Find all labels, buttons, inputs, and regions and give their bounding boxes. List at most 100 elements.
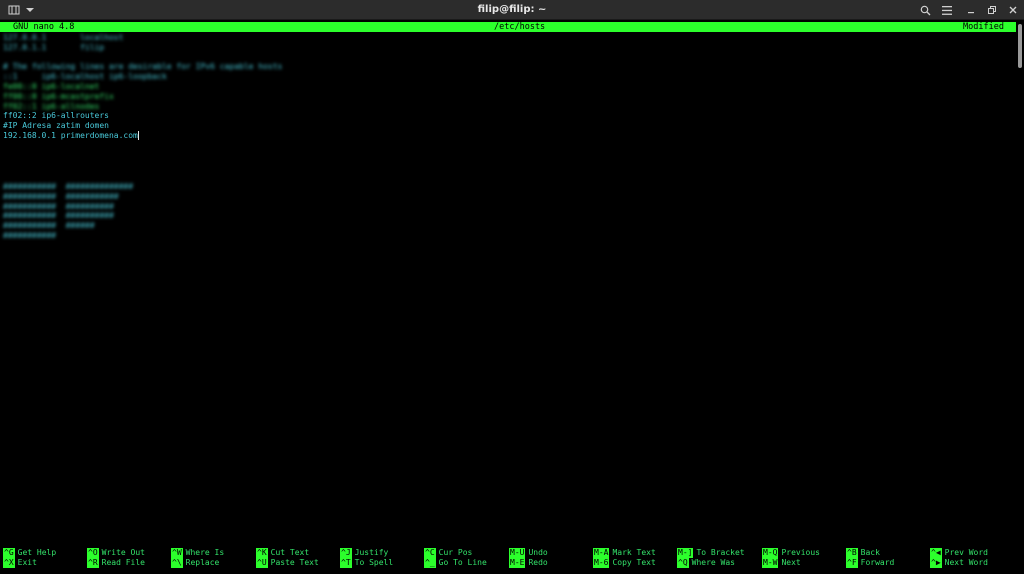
editor-line[interactable]: 127.0.0.1 localhost [3, 33, 123, 42]
shortcut-key: ^\ [171, 558, 183, 568]
editor-line[interactable]: ff02::1 ip6-allnodes [3, 102, 99, 111]
search-icon[interactable] [918, 2, 932, 18]
shortcut-key: ^R [87, 558, 99, 568]
shortcut-key: M-] [677, 548, 694, 558]
close-glyph [1009, 6, 1017, 14]
shortcut-cut-text[interactable]: ^K Cut Text [256, 548, 309, 558]
shortcut-label: Next Word [944, 558, 988, 567]
shortcut-where-was[interactable]: ^Q Where Was [677, 558, 735, 568]
shortcut-label: Back [860, 548, 880, 557]
shortcut-key: ^O [87, 548, 99, 558]
shortcut-label: Where Is [185, 548, 225, 557]
minimize-icon[interactable] [964, 2, 978, 18]
restore-glyph [988, 6, 996, 14]
shortcut-key: ^Q [677, 558, 689, 568]
menu-icon[interactable] [940, 2, 954, 18]
shortcut-replace[interactable]: ^\ Replace [171, 558, 219, 568]
shortcut-label: Forward [860, 558, 895, 567]
shortcut-label: Justify [354, 548, 389, 557]
menu-glyph [942, 5, 952, 15]
shortcut-prev-word[interactable]: ^◀ Prev Word [930, 548, 988, 558]
shortcut-next[interactable]: M-W Next [762, 558, 801, 568]
shortcut-key: M-A [593, 548, 610, 558]
redacted-line: ########### [3, 231, 56, 240]
shortcut-label: To Bracket [696, 548, 745, 557]
shortcut-key: ^K [256, 548, 268, 558]
shortcut-label: Get Help [17, 548, 57, 557]
shortcut-label: Read File [101, 558, 145, 567]
shortcut-to-bracket[interactable]: M-] To Bracket [677, 548, 745, 558]
shortcut-to-spell[interactable]: ^T To Spell [340, 558, 393, 568]
shortcut-label: Go To Line [438, 558, 487, 567]
shortcut-key: M-E [509, 558, 526, 568]
shortcut-label: Mark Text [612, 548, 656, 557]
shortcut-label: Exit [17, 558, 37, 567]
shortcut-label: Replace [185, 558, 220, 567]
modified-status: Modified [963, 22, 1004, 32]
shortcut-label: Cut Text [270, 548, 310, 557]
shortcut-key: ^T [340, 558, 352, 568]
redacted-line: ########### ###### [3, 221, 95, 231]
shortcut-key: ^W [171, 548, 183, 558]
shortcut-label: To Spell [354, 558, 394, 567]
shortcut-label: Redo [528, 558, 548, 567]
editor-line[interactable]: #IP Adresa zatim domen [3, 121, 109, 130]
shortcut-label: Paste Text [270, 558, 319, 567]
shortcut-key: ^▶ [930, 558, 942, 568]
scrollbar-thumb[interactable] [1018, 24, 1022, 68]
shortcut-label: Where Was [691, 558, 735, 567]
editor-area[interactable]: 127.0.0.1 localhost 127.0.1.1 filip # The … [0, 32, 1016, 544]
editor-line[interactable]: ff02::2 ip6-allrouters [3, 111, 109, 120]
shortcut-redo[interactable]: M-E Redo [509, 558, 548, 568]
shortcut-key: ^F [846, 558, 858, 568]
shortcut-key: M-U [509, 548, 526, 558]
scrollbar[interactable] [1016, 22, 1024, 574]
shortcut-key: ^U [256, 558, 268, 568]
shortcut-write-out[interactable]: ^O Write Out [87, 548, 145, 558]
redacted-line: ########### ########### [3, 191, 119, 201]
shortcut-label: Previous [781, 548, 820, 557]
nano-version: GNU nano 4.8 [13, 22, 75, 32]
close-icon[interactable] [1006, 2, 1020, 18]
text-cursor [137, 131, 139, 140]
shortcut-copy-text[interactable]: M-6 Copy Text [593, 558, 656, 568]
search-glyph [920, 5, 930, 15]
shortcut-next-word[interactable]: ^▶ Next Word [930, 558, 988, 568]
editor-line[interactable]: 127.0.1.1 filip [3, 43, 104, 52]
shortcut-get-help[interactable]: ^G Get Help [3, 548, 56, 558]
shortcut-label: Cur Pos [438, 548, 473, 557]
window-title: filip@filip: ~ [477, 4, 547, 15]
shortcut-key: M-6 [593, 558, 610, 568]
shortcut-back[interactable]: ^B Back [846, 548, 880, 558]
shortcut-key: ^X [3, 558, 15, 568]
shortcut-undo[interactable]: M-U Undo [509, 548, 548, 558]
shortcut-exit[interactable]: ^X Exit [3, 558, 37, 568]
editor-line[interactable]: ff00::0 ip6-mcastprefix [3, 92, 114, 101]
nano-header-bar: GNU nano 4.8 /etc/hosts Modified [0, 22, 1016, 32]
editor-line[interactable]: 192.168.0.1 primerdomena.com [3, 131, 139, 140]
shortcut-key: ^◀ [930, 548, 942, 558]
shortcut-label: Next [781, 558, 801, 567]
shortcut-forward[interactable]: ^F Forward [846, 558, 894, 568]
shortcut-key: M-W [762, 558, 779, 568]
restore-icon[interactable] [985, 2, 999, 18]
shortcut-read-file[interactable]: ^R Read File [87, 558, 145, 568]
shortcut-label: Prev Word [944, 548, 988, 557]
shortcut-label: Write Out [101, 548, 145, 557]
shortcut-where-is[interactable]: ^W Where Is [171, 548, 224, 558]
shortcut-key: ^_ [424, 558, 436, 568]
editor-line[interactable]: fe00::0 ip6-localnet [3, 82, 99, 91]
redacted-line: ########### ########## [3, 201, 114, 211]
shortcut-justify[interactable]: ^J Justify [340, 548, 388, 558]
shortcut-previous[interactable]: M-Q Previous [762, 548, 820, 558]
shortcut-mark-text[interactable]: M-A Mark Text [593, 548, 656, 558]
shortcut-go-to-line[interactable]: ^_ Go To Line [424, 558, 487, 568]
shortcut-key: ^J [340, 548, 352, 558]
editor-line[interactable]: ::1 ip6-localhost ip6-loopback [3, 72, 167, 81]
shortcut-key: ^C [424, 548, 436, 558]
shortcut-cur-pos[interactable]: ^C Cur Pos [424, 548, 472, 558]
shortcut-key: M-Q [762, 548, 779, 558]
editor-line[interactable]: # The following lines are desirable for … [3, 62, 282, 71]
shortcut-label: Copy Text [612, 558, 656, 567]
shortcut-paste-text[interactable]: ^U Paste Text [256, 558, 319, 568]
